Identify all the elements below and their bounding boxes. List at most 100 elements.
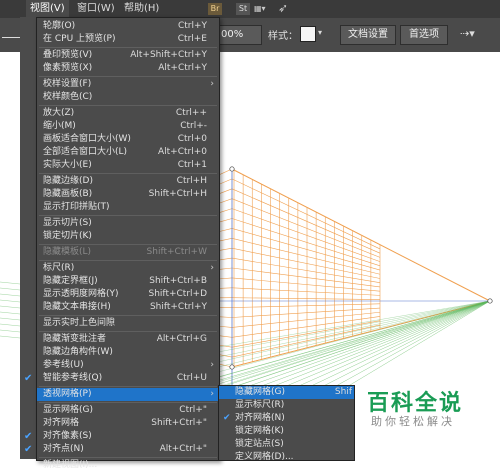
menu-item-rulers[interactable]: 标尺(R)› [37,262,219,275]
menu-item-zoom-out[interactable]: 缩小(M)Ctrl+- [37,120,219,133]
menu-item-cpu-preview[interactable]: 在 CPU 上预览(P)Ctrl+E [37,33,219,46]
grid-line [0,282,20,284]
menu-item-snap-to-grid[interactable]: 对齐网格Shift+Ctrl+" [37,417,219,430]
menu-item-snap-to-point[interactable]: 对齐点(N)Alt+Ctrl+" [37,443,219,456]
grid-line [218,301,490,382]
grid-line [232,209,380,262]
menu-item-hide-corner-widget[interactable]: 隐藏边角构件(W) [37,346,219,359]
menu-check-column: ✔ ✔ ✔ [20,17,36,459]
grid-handle [230,365,234,369]
grid-line [232,199,380,258]
document-setup-button[interactable]: 文档设置 [340,25,396,45]
arrange-documents-icon[interactable]: ⇢▾ [460,27,475,40]
menu-divider [39,457,217,458]
menu-window[interactable]: 窗口(W) [73,0,119,18]
grid-line [232,304,380,308]
menu-item-show-slices[interactable]: 显示切片(S) [37,217,219,230]
bridge-badge[interactable]: Br [208,3,222,15]
submenu-item-lock-grid[interactable]: 锁定网格(K) [219,425,354,438]
grid-handle [230,167,234,171]
menu-item-outline[interactable]: 轮廓(O)Ctrl+Y [37,20,219,33]
menu-divider [39,173,217,174]
menu-item-snap-to-pixel[interactable]: 对齐像素(S) [37,430,219,443]
submenu-item-snap-to-grid[interactable]: ✔对齐网格(N) [219,412,354,425]
menu-divider [39,76,217,77]
submenu-arrow-icon: › [210,359,214,372]
grid-line [0,318,20,320]
menu-item-hide-artboards[interactable]: 隐藏画板(B)Shift+Ctrl+H [37,188,219,201]
submenu-item-show-rulers[interactable]: 显示标尺(R) [219,399,354,412]
menu-item-show-grid[interactable]: 显示网格(G)Ctrl+" [37,404,219,417]
menu-item-proof-colors[interactable]: 校样颜色(C) [37,91,219,104]
menu-view[interactable]: 视图(V) [26,0,69,18]
zoom-field[interactable]: 00% [218,25,262,45]
menu-item-fit-all[interactable]: 全部适合窗口大小(L)Alt+Ctrl+0 [37,146,219,159]
grid-line [0,300,20,302]
grid-line [232,179,380,249]
grid-line [218,301,490,347]
menu-item-actual-size[interactable]: 实际大小(E)Ctrl+1 [37,159,219,172]
checkmark-icon: ✔ [24,373,32,384]
submenu-arrow-icon: › [210,262,214,275]
menu-divider [39,105,217,106]
menu-divider [39,260,217,261]
menu-divider [39,47,217,48]
menu-item-perspective-grid[interactable]: 透视网格(P)› [37,388,219,401]
submenu-item-define-grid[interactable]: 定义网格(D)... [219,451,354,464]
watermark-subtitle: 助你轻松解决 [371,413,455,429]
grid-line [218,209,232,213]
menu-item-new-view[interactable]: 新建视图(I)... [37,459,219,472]
menu-item-pixel-preview[interactable]: 像素预览(X)Alt+Ctrl+Y [37,62,219,75]
checkmark-icon: ✔ [24,431,32,442]
grid-line [218,288,232,289]
menu-item-show-transparency-grid[interactable]: 显示透明度网格(Y)Shift+Ctrl+D [37,288,219,301]
grid-line [0,306,20,308]
submenu-arrow-icon: › [210,388,214,401]
grid-line [218,219,232,223]
menu-divider [39,402,217,403]
checkmark-icon: ✔ [223,412,231,425]
grid-line [0,330,20,332]
stock-badge[interactable]: St [236,3,250,15]
grid-line [232,228,380,270]
menu-help[interactable]: 帮助(H) [120,0,163,18]
workspace-grid-icon[interactable]: ▦▾ [254,4,266,13]
grid-line [0,312,20,314]
menu-item-zoom-in[interactable]: 放大(Z)Ctrl++ [37,107,219,120]
submenu-item-hide-grid[interactable]: 隐藏网格(G)Shif [219,386,354,399]
menu-item-hide-template: 隐藏模板(L)Shift+Ctrl+W [37,246,219,259]
chevron-down-icon[interactable]: ▾ [318,28,322,37]
menu-divider [39,215,217,216]
menu-divider [39,331,217,332]
view-menu-dropdown: 轮廓(O)Ctrl+Y 在 CPU 上预览(P)Ctrl+E 叠印预览(V)Al… [36,17,220,461]
menu-divider [39,315,217,316]
menu-item-hide-text-threads[interactable]: 隐藏文本串接(H)Shift+Ctrl+Y [37,301,219,314]
style-swatch[interactable] [300,26,316,42]
grid-line [218,189,232,194]
grid-line [218,317,232,318]
menu-item-show-print-tiling[interactable]: 显示打印拼贴(T) [37,201,219,214]
rocket-icon[interactable]: ➶ [278,1,288,15]
menu-item-show-live-paint-gaps[interactable]: 显示实时上色间隙 [37,317,219,330]
grid-line [218,301,490,367]
menu-item-hide-edges[interactable]: 隐藏边缘(D)Ctrl+H [37,175,219,188]
grid-line [218,278,232,279]
menu-item-lock-slices[interactable]: 锁定切片(K) [37,230,219,243]
menu-item-overprint-preview[interactable]: 叠印预览(V)Alt+Shift+Ctrl+Y [37,49,219,62]
grid-line [232,298,380,300]
menu-item-proof-setup[interactable]: 校样设置(F)› [37,78,219,91]
menu-bar: 视图(V) 窗口(W) 帮助(H) Br St ▦▾ ➶ [0,0,500,18]
menu-item-hide-gradient-annotator[interactable]: 隐藏渐变批注者Alt+Ctrl+G [37,333,219,346]
submenu-item-lock-station-point[interactable]: 锁定站点(S) [219,438,354,451]
preferences-button[interactable]: 首选项 [400,25,448,45]
grid-line [232,308,380,317]
menu-item-smart-guides[interactable]: 智能参考线(Q)Ctrl+U [37,372,219,385]
menu-item-hide-bounding-box[interactable]: 隐藏定界框(J)Shift+Ctrl+B [37,275,219,288]
menu-item-fit-artboard[interactable]: 画板适合窗口大小(W)Ctrl+0 [37,133,219,146]
grid-line [0,294,20,296]
menu-divider [39,244,217,245]
menu-item-guides[interactable]: 参考线(U)› [37,359,219,372]
grid-line [232,268,380,287]
grid-line [218,199,232,204]
grid-handle [488,299,492,303]
